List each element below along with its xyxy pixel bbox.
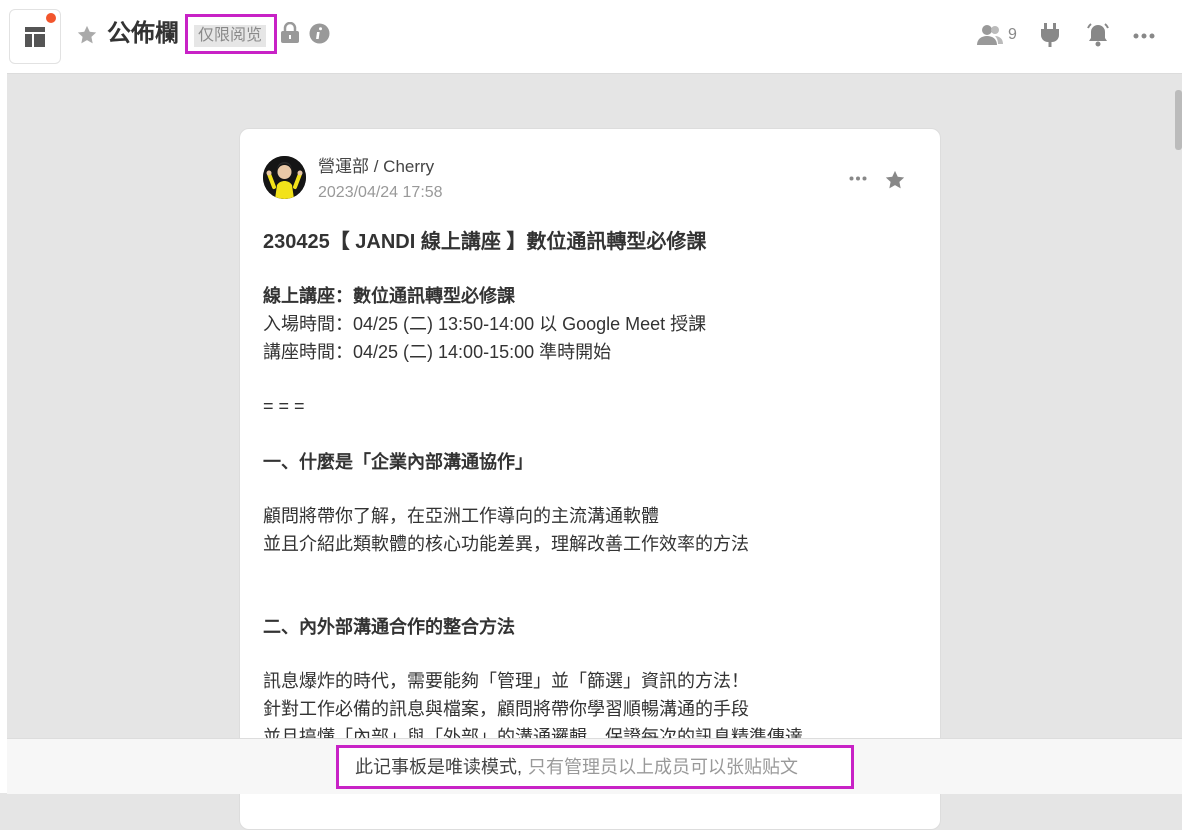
star-icon[interactable] xyxy=(76,24,98,46)
post-line: 並且介紹此類軟體的核心功能差異，理解改善工作效率的方法 xyxy=(263,534,749,554)
avatar[interactable] xyxy=(263,156,306,199)
readonly-badge-highlight: 仅限阅览 xyxy=(185,14,277,54)
scrollbar-thumb[interactable] xyxy=(1175,90,1182,150)
panel-layout-icon xyxy=(25,27,45,47)
member-count[interactable]: 9 xyxy=(1008,25,1017,45)
notification-dot xyxy=(46,13,56,23)
readonly-notice-main: 此记事板是唯读模式, xyxy=(355,757,523,777)
scrollbar-track[interactable] xyxy=(1174,74,1182,738)
post-line: 針對工作必備的訊息與檔案，顧問將帶你學習順暢溝通的手段 xyxy=(263,699,749,719)
post-section-heading: 一、什麼是「企業內部溝通協作」 xyxy=(263,452,533,472)
page-title: 公佈欄 xyxy=(107,20,179,47)
readonly-badge: 仅限阅览 xyxy=(194,25,267,47)
post-line: 講座時間：04/25 (二) 14:00-15:00 準時開始 xyxy=(263,342,612,362)
plug-icon[interactable] xyxy=(1039,23,1061,47)
panel-toggle-button[interactable] xyxy=(9,9,61,64)
lock-icon xyxy=(281,22,299,43)
post-author[interactable]: 營運部 / Cherry xyxy=(318,157,434,177)
post-title: 230425【 JANDI 線上講座 】數位通訊轉型必修課 xyxy=(263,231,707,253)
members-icon[interactable] xyxy=(977,24,1003,46)
bell-icon[interactable] xyxy=(1085,22,1111,48)
info-icon[interactable] xyxy=(309,23,330,44)
post-line: 線上講座：數位通訊轉型必修課 xyxy=(263,286,515,306)
readonly-notice-sub: 只有管理员以上成员可以张贴贴文 xyxy=(528,757,799,777)
left-edge xyxy=(0,0,7,793)
post-timestamp: 2023/04/24 17:58 xyxy=(318,184,443,201)
readonly-notice: 此记事板是唯读模式, 只有管理员以上成员可以张贴贴文 xyxy=(336,745,854,789)
post-more-icon[interactable] xyxy=(849,176,867,181)
post-line: = = = xyxy=(263,396,305,416)
post-line: 入場時間：04/25 (二) 13:50-14:00 以 Google Meet… xyxy=(263,314,707,334)
avatar-illustration xyxy=(263,156,306,199)
more-icon[interactable] xyxy=(1133,33,1155,39)
post-line: 顧問將帶你了解，在亞洲工作導向的主流溝通軟體 xyxy=(263,506,659,526)
post-star-icon[interactable] xyxy=(884,169,906,191)
post-section-heading: 二、內外部溝通合作的整合方法 xyxy=(263,617,515,637)
top-bar xyxy=(7,0,1182,74)
post-line: 訊息爆炸的時代，需要能夠「管理」並「篩選」資訊的方法！ xyxy=(263,671,749,691)
post-card: 營運部 / Cherry 2023/04/24 17:58 230425【 JA… xyxy=(239,128,941,830)
